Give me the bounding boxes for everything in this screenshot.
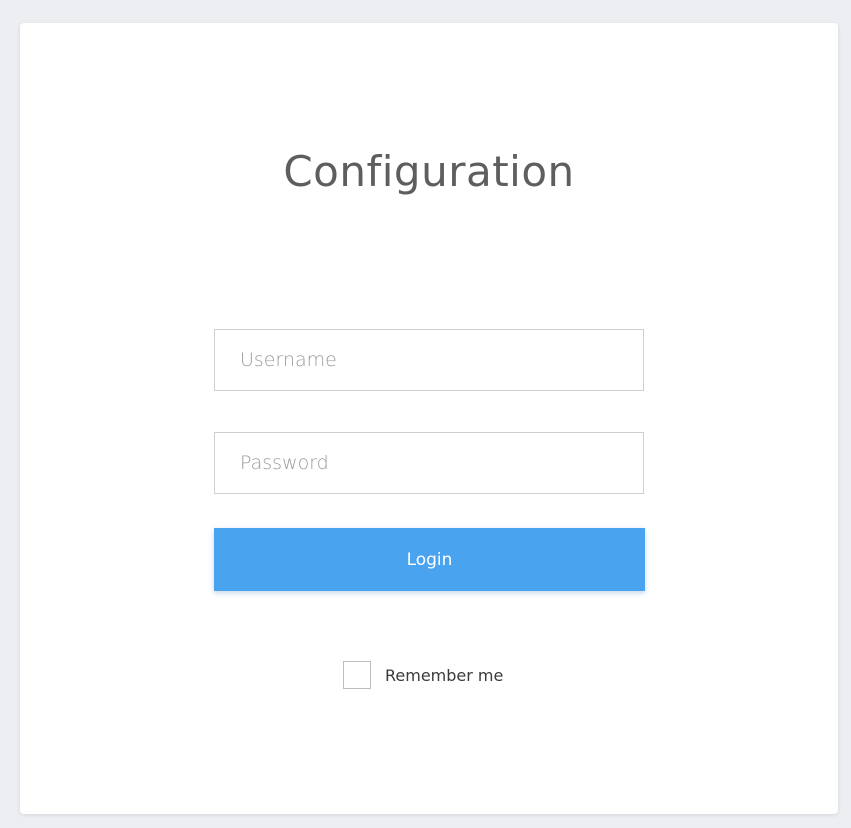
login-page: Configuration Login Remember me bbox=[0, 0, 851, 828]
remember-me-checkbox[interactable] bbox=[343, 661, 371, 689]
password-input[interactable] bbox=[214, 432, 644, 494]
username-input[interactable] bbox=[214, 329, 644, 391]
login-button[interactable]: Login bbox=[214, 528, 645, 591]
login-card: Configuration Login Remember me bbox=[20, 23, 838, 814]
page-title: Configuration bbox=[283, 147, 575, 196]
remember-me-label[interactable]: Remember me bbox=[385, 666, 503, 685]
remember-me-row: Remember me bbox=[343, 661, 503, 689]
